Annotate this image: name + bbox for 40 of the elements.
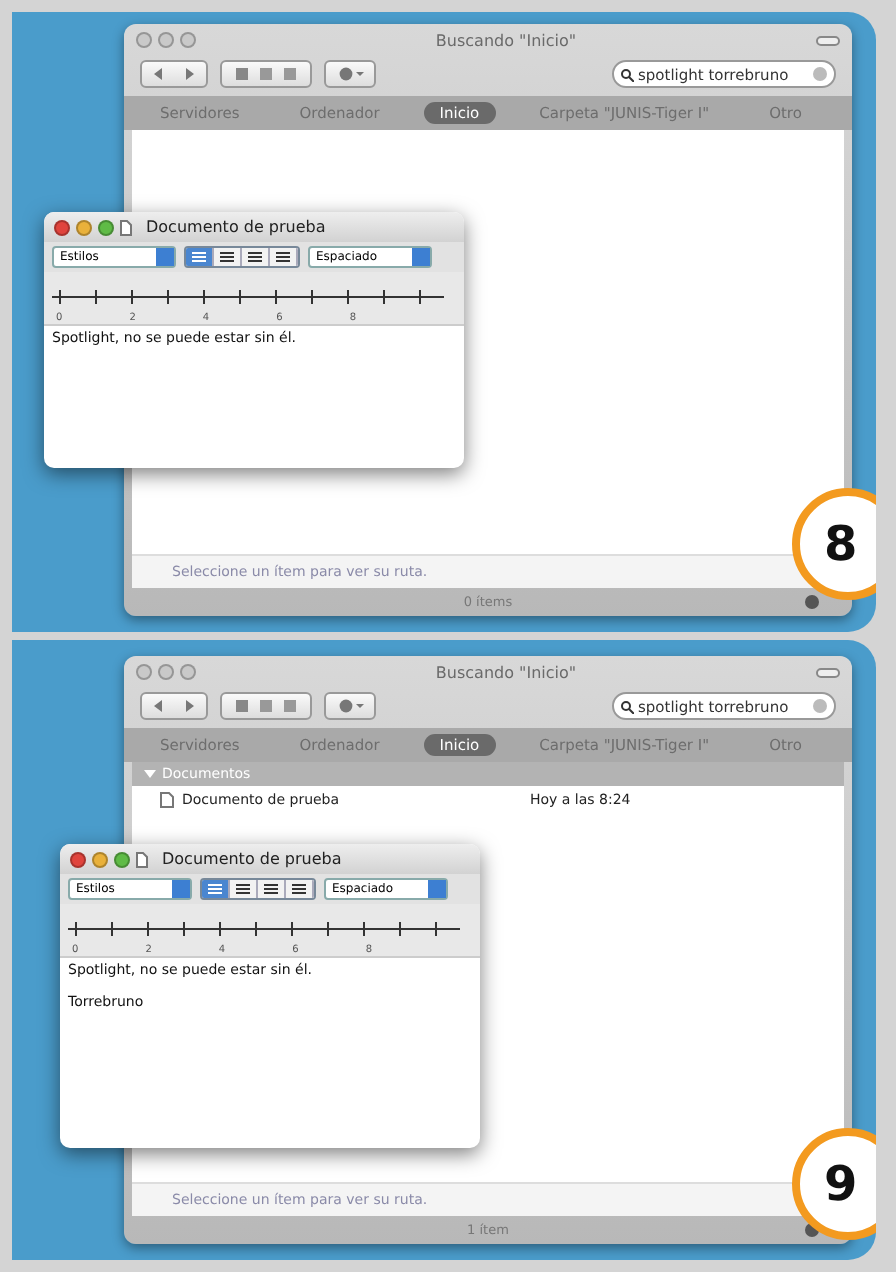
clear-icon[interactable] xyxy=(812,66,828,82)
toolbar-toggle-button[interactable] xyxy=(816,667,840,677)
document-icon xyxy=(160,792,174,808)
zoom-button[interactable] xyxy=(98,219,114,235)
view-buttons[interactable] xyxy=(220,692,312,720)
view-icon xyxy=(232,700,300,712)
toolbar-toggle-button[interactable] xyxy=(816,35,840,45)
close-button[interactable] xyxy=(54,219,70,235)
arrows-icon xyxy=(152,700,196,712)
window-title: Documento de prueba xyxy=(162,850,342,868)
zoom-button[interactable] xyxy=(180,32,196,48)
search-icon xyxy=(620,67,634,81)
disclosure-triangle-icon xyxy=(144,768,156,780)
search-icon xyxy=(620,699,634,713)
action-button[interactable] xyxy=(324,60,376,88)
window-title: Buscando "Inicio" xyxy=(433,663,579,681)
minimize-button[interactable] xyxy=(158,32,174,48)
close-button[interactable] xyxy=(70,851,86,867)
arrows-icon xyxy=(152,68,196,80)
minimize-button[interactable] xyxy=(76,219,92,235)
align-button[interactable] xyxy=(270,248,298,266)
window-title: Documento de prueba xyxy=(146,218,326,236)
zoom-button[interactable] xyxy=(114,851,130,867)
align-button[interactable] xyxy=(230,880,258,898)
window-title: Buscando "Inicio" xyxy=(433,31,579,49)
clear-icon[interactable] xyxy=(812,698,828,714)
minimize-button[interactable] xyxy=(92,851,108,867)
action-button[interactable] xyxy=(324,692,376,720)
view-icon xyxy=(232,68,300,80)
globe-icon xyxy=(804,594,820,610)
align-button[interactable] xyxy=(258,880,286,898)
back-forward-button[interactable] xyxy=(140,692,208,720)
zoom-button[interactable] xyxy=(180,664,196,680)
view-buttons[interactable] xyxy=(220,60,312,88)
align-button[interactable] xyxy=(242,248,270,266)
back-forward-button[interactable] xyxy=(140,60,208,88)
document-icon xyxy=(136,851,148,867)
align-button[interactable] xyxy=(214,248,242,266)
minimize-button[interactable] xyxy=(158,664,174,680)
align-button[interactable] xyxy=(286,880,314,898)
